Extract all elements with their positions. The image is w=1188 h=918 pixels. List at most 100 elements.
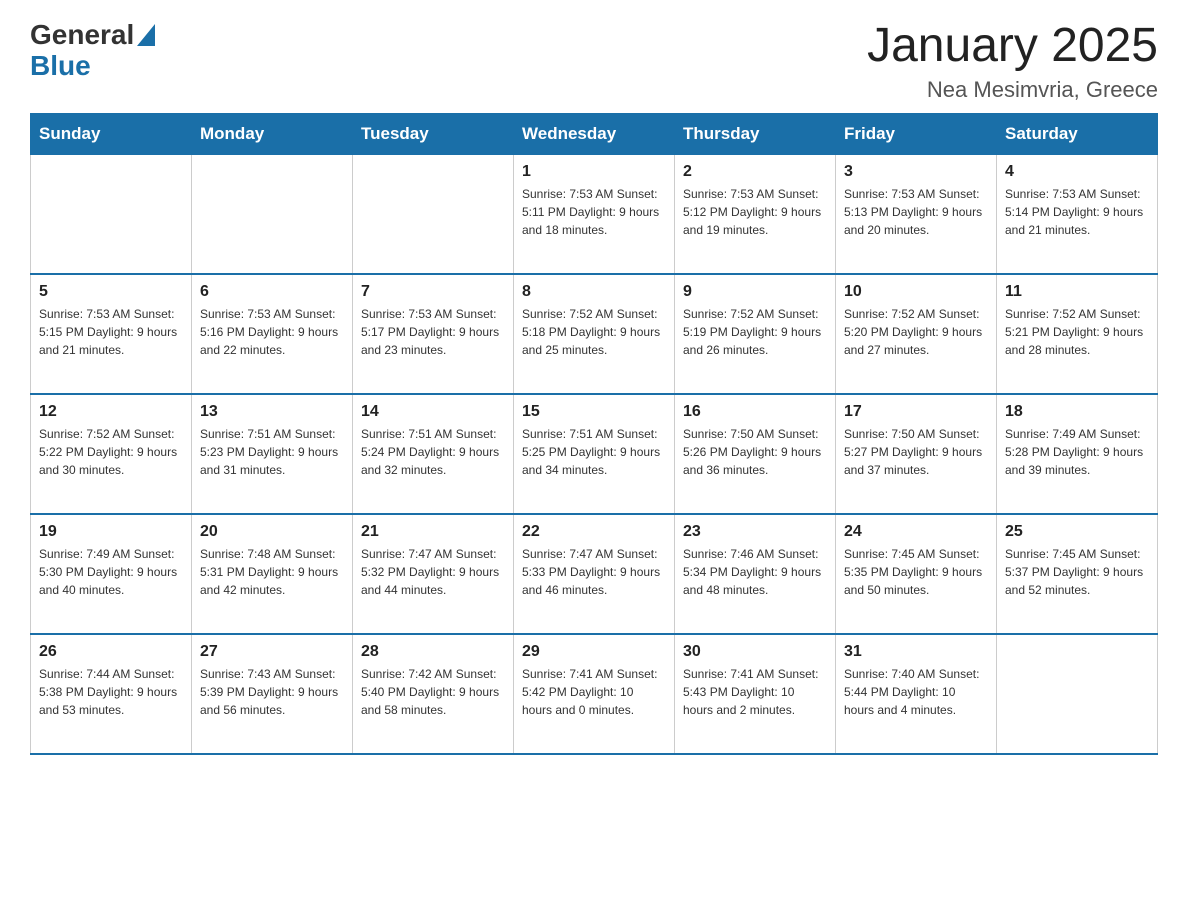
calendar-cell: 15 Sunrise: 7:51 AM Sunset: 5:25 PM Dayli… — [514, 394, 675, 514]
calendar-cell: 31Sunrise: 7:40 AM Sunset: 5:44 PM Dayli… — [836, 634, 997, 754]
logo-triangle-icon — [137, 24, 155, 46]
day-number: 7 — [361, 283, 505, 301]
day-info: Sunrise: 7:49 AM Sunset: 5:30 PM Dayligh… — [39, 545, 183, 599]
calendar-cell: 22 Sunrise: 7:47 AM Sunset: 5:33 PM Dayli… — [514, 514, 675, 634]
calendar-cell — [353, 154, 514, 274]
calendar-cell: 19Sunrise: 7:49 AM Sunset: 5:30 PM Dayli… — [31, 514, 192, 634]
calendar-week-row: 5Sunrise: 7:53 AM Sunset: 5:15 PM Daylig… — [31, 274, 1158, 394]
day-number: 16 — [683, 403, 827, 421]
calendar-cell: 7 Sunrise: 7:53 AM Sunset: 5:17 PM Daylig… — [353, 274, 514, 394]
calendar-cell: 21 Sunrise: 7:47 AM Sunset: 5:32 PM Dayli… — [353, 514, 514, 634]
calendar-cell: 16 Sunrise: 7:50 AM Sunset: 5:26 PM Dayli… — [675, 394, 836, 514]
day-info: Sunrise: 7:53 AM Sunset: 5:17 PM Dayligh… — [361, 305, 505, 359]
calendar-cell: 9 Sunrise: 7:52 AM Sunset: 5:19 PM Daylig… — [675, 274, 836, 394]
calendar-cell: 11 Sunrise: 7:52 AM Sunset: 5:21 PM Dayli… — [997, 274, 1158, 394]
day-info: Sunrise: 7:51 AM Sunset: 5:24 PM Dayligh… — [361, 425, 505, 479]
calendar-cell: 28 Sunrise: 7:42 AM Sunset: 5:40 PM Dayli… — [353, 634, 514, 754]
day-info: Sunrise: 7:51 AM Sunset: 5:23 PM Dayligh… — [200, 425, 344, 479]
day-number: 24 — [844, 523, 988, 541]
title-block: January 2025 Nea Mesimvria, Greece — [867, 20, 1158, 103]
logo-general-text: General — [30, 20, 134, 51]
day-number: 22 — [522, 523, 666, 541]
header-day-tuesday: Tuesday — [353, 113, 514, 154]
calendar-cell: 12Sunrise: 7:52 AM Sunset: 5:22 PM Dayli… — [31, 394, 192, 514]
logo-blue-text: Blue — [30, 50, 91, 81]
day-number: 28 — [361, 643, 505, 661]
day-info: Sunrise: 7:52 AM Sunset: 5:19 PM Dayligh… — [683, 305, 827, 359]
calendar-cell: 13Sunrise: 7:51 AM Sunset: 5:23 PM Dayli… — [192, 394, 353, 514]
calendar-cell: 18Sunrise: 7:49 AM Sunset: 5:28 PM Dayli… — [997, 394, 1158, 514]
header-day-monday: Monday — [192, 113, 353, 154]
calendar-cell: 24Sunrise: 7:45 AM Sunset: 5:35 PM Dayli… — [836, 514, 997, 634]
calendar-week-row: 12Sunrise: 7:52 AM Sunset: 5:22 PM Dayli… — [31, 394, 1158, 514]
day-number: 29 — [522, 643, 666, 661]
day-number: 25 — [1005, 523, 1149, 541]
day-info: Sunrise: 7:53 AM Sunset: 5:16 PM Dayligh… — [200, 305, 344, 359]
day-info: Sunrise: 7:53 AM Sunset: 5:14 PM Dayligh… — [1005, 185, 1149, 239]
day-number: 2 — [683, 163, 827, 181]
calendar-cell — [31, 154, 192, 274]
day-info: Sunrise: 7:53 AM Sunset: 5:15 PM Dayligh… — [39, 305, 183, 359]
calendar-cell: 23 Sunrise: 7:46 AM Sunset: 5:34 PM Dayli… — [675, 514, 836, 634]
day-info: Sunrise: 7:47 AM Sunset: 5:32 PM Dayligh… — [361, 545, 505, 599]
day-info: Sunrise: 7:52 AM Sunset: 5:20 PM Dayligh… — [844, 305, 988, 359]
day-number: 9 — [683, 283, 827, 301]
calendar-cell: 25Sunrise: 7:45 AM Sunset: 5:37 PM Dayli… — [997, 514, 1158, 634]
calendar-header-row: SundayMondayTuesdayWednesdayThursdayFrid… — [31, 113, 1158, 154]
day-info: Sunrise: 7:52 AM Sunset: 5:22 PM Dayligh… — [39, 425, 183, 479]
day-info: Sunrise: 7:42 AM Sunset: 5:40 PM Dayligh… — [361, 665, 505, 719]
logo: General Blue — [30, 20, 155, 82]
day-number: 11 — [1005, 283, 1149, 301]
day-number: 23 — [683, 523, 827, 541]
day-info: Sunrise: 7:48 AM Sunset: 5:31 PM Dayligh… — [200, 545, 344, 599]
day-info: Sunrise: 7:52 AM Sunset: 5:21 PM Dayligh… — [1005, 305, 1149, 359]
day-info: Sunrise: 7:53 AM Sunset: 5:12 PM Dayligh… — [683, 185, 827, 239]
day-info: Sunrise: 7:50 AM Sunset: 5:26 PM Dayligh… — [683, 425, 827, 479]
calendar-title: January 2025 — [867, 20, 1158, 73]
header-day-thursday: Thursday — [675, 113, 836, 154]
day-info: Sunrise: 7:51 AM Sunset: 5:25 PM Dayligh… — [522, 425, 666, 479]
day-info: Sunrise: 7:47 AM Sunset: 5:33 PM Dayligh… — [522, 545, 666, 599]
calendar-cell — [192, 154, 353, 274]
day-info: Sunrise: 7:43 AM Sunset: 5:39 PM Dayligh… — [200, 665, 344, 719]
calendar-cell: 26 Sunrise: 7:44 AM Sunset: 5:38 PM Dayli… — [31, 634, 192, 754]
day-info: Sunrise: 7:44 AM Sunset: 5:38 PM Dayligh… — [39, 665, 183, 719]
day-number: 20 — [200, 523, 344, 541]
day-info: Sunrise: 7:41 AM Sunset: 5:42 PM Dayligh… — [522, 665, 666, 719]
calendar-cell: 4 Sunrise: 7:53 AM Sunset: 5:14 PM Daylig… — [997, 154, 1158, 274]
day-number: 27 — [200, 643, 344, 661]
calendar-cell: 29 Sunrise: 7:41 AM Sunset: 5:42 PM Dayli… — [514, 634, 675, 754]
day-number: 15 — [522, 403, 666, 421]
calendar-cell: 27 Sunrise: 7:43 AM Sunset: 5:39 PM Dayli… — [192, 634, 353, 754]
day-number: 10 — [844, 283, 988, 301]
day-info: Sunrise: 7:53 AM Sunset: 5:13 PM Dayligh… — [844, 185, 988, 239]
day-number: 26 — [39, 643, 183, 661]
day-number: 14 — [361, 403, 505, 421]
calendar-subtitle: Nea Mesimvria, Greece — [867, 77, 1158, 103]
day-info: Sunrise: 7:50 AM Sunset: 5:27 PM Dayligh… — [844, 425, 988, 479]
day-number: 4 — [1005, 163, 1149, 181]
calendar-cell — [997, 634, 1158, 754]
day-number: 31 — [844, 643, 988, 661]
day-info: Sunrise: 7:46 AM Sunset: 5:34 PM Dayligh… — [683, 545, 827, 599]
day-number: 8 — [522, 283, 666, 301]
header-day-wednesday: Wednesday — [514, 113, 675, 154]
calendar-cell: 1Sunrise: 7:53 AM Sunset: 5:11 PM Daylig… — [514, 154, 675, 274]
header-day-friday: Friday — [836, 113, 997, 154]
day-number: 6 — [200, 283, 344, 301]
calendar-table: SundayMondayTuesdayWednesdayThursdayFrid… — [30, 113, 1158, 756]
day-info: Sunrise: 7:52 AM Sunset: 5:18 PM Dayligh… — [522, 305, 666, 359]
day-number: 21 — [361, 523, 505, 541]
header-day-sunday: Sunday — [31, 113, 192, 154]
calendar-cell: 8 Sunrise: 7:52 AM Sunset: 5:18 PM Daylig… — [514, 274, 675, 394]
calendar-cell: 6 Sunrise: 7:53 AM Sunset: 5:16 PM Daylig… — [192, 274, 353, 394]
calendar-week-row: 19Sunrise: 7:49 AM Sunset: 5:30 PM Dayli… — [31, 514, 1158, 634]
calendar-week-row: 26 Sunrise: 7:44 AM Sunset: 5:38 PM Dayli… — [31, 634, 1158, 754]
calendar-cell: 30Sunrise: 7:41 AM Sunset: 5:43 PM Dayli… — [675, 634, 836, 754]
day-info: Sunrise: 7:53 AM Sunset: 5:11 PM Dayligh… — [522, 185, 666, 239]
calendar-cell: 17Sunrise: 7:50 AM Sunset: 5:27 PM Dayli… — [836, 394, 997, 514]
calendar-cell: 3 Sunrise: 7:53 AM Sunset: 5:13 PM Daylig… — [836, 154, 997, 274]
page-header: General Blue January 2025 Nea Mesimvria,… — [30, 20, 1158, 103]
day-number: 18 — [1005, 403, 1149, 421]
day-number: 3 — [844, 163, 988, 181]
